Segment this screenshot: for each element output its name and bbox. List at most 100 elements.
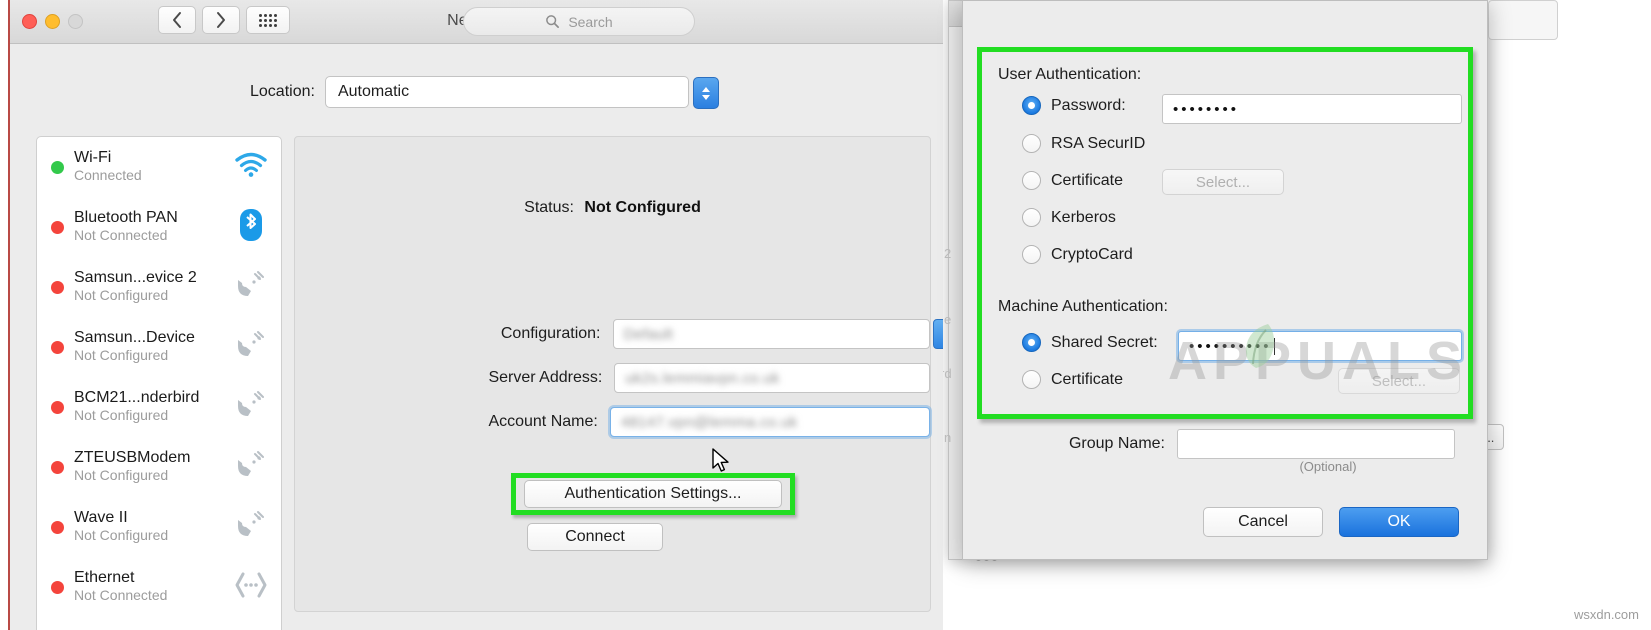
- sidebar-item-zteusbmodem[interactable]: ZTEUSBModem Not Configured: [37, 437, 281, 497]
- modem-icon: [231, 450, 271, 485]
- interface-name: Samsun...evice 2: [74, 269, 197, 287]
- background-text-fragment-2: e: [944, 312, 952, 327]
- ok-button[interactable]: OK: [1339, 507, 1459, 537]
- dialog-body: User Authentication: Password: •••••••• …: [963, 1, 1487, 559]
- account-name-input[interactable]: 48147.vpn@lemma.co.uk: [607, 405, 933, 439]
- sidebar-item-wave-ii[interactable]: Wave II Not Configured: [37, 497, 281, 557]
- status-dot-red: [51, 400, 64, 414]
- radio-shared-secret[interactable]: [1022, 333, 1041, 352]
- interface-name: Ethernet: [74, 569, 135, 587]
- status-dot-red: [51, 520, 64, 534]
- radio-kerberos[interactable]: [1022, 208, 1041, 227]
- interface-status: Not Configured: [74, 527, 169, 544]
- password-label: Password:: [1051, 96, 1126, 114]
- status-dot-green: [51, 160, 64, 174]
- mouse-cursor-icon: [712, 448, 729, 472]
- location-select[interactable]: Automatic: [324, 76, 719, 109]
- status-dot-red: [51, 460, 64, 474]
- interface-status: Not Configured: [74, 347, 169, 364]
- group-name-input[interactable]: [1177, 429, 1455, 459]
- location-row: Location: Automatic: [10, 76, 943, 109]
- interface-text: Samsun...Device Not Configured: [74, 329, 231, 365]
- authentication-options-highlight: User Authentication: Password: •••••••• …: [977, 47, 1473, 419]
- interface-name: ZTEUSBModem: [74, 449, 191, 467]
- group-name-row: Group Name:: [963, 429, 1487, 459]
- server-address-row: Server Address: uk2s.lemmiavpn.co.uk: [295, 363, 930, 393]
- interface-status: Connected: [74, 167, 142, 184]
- status-dot-red: [51, 280, 64, 294]
- password-input[interactable]: ••••••••: [1162, 94, 1462, 124]
- background-text-fragment-1: 2: [944, 246, 952, 261]
- sidebar-item-wifi[interactable]: Wi-Fi Connected: [37, 137, 281, 197]
- modem-icon: [231, 390, 271, 425]
- modem-icon: [231, 330, 271, 365]
- status-dot-red: [51, 220, 64, 234]
- certificate-option-row[interactable]: Certificate: [1022, 171, 1123, 190]
- interface-status: Not Configured: [74, 407, 169, 424]
- interface-status: Not Configured: [74, 287, 169, 304]
- authentication-settings-highlight: Authentication Settings...: [511, 473, 795, 515]
- search-icon: [546, 15, 560, 28]
- interface-list[interactable]: Wi-Fi Connected Bluetooth PAN Not Connec…: [36, 136, 282, 630]
- sidebar-item-ethernet[interactable]: Ethernet Not Connected: [37, 557, 281, 617]
- machine-certificate-option-row[interactable]: Certificate: [1022, 370, 1123, 389]
- authentication-settings-dialog: User Authentication: Password: •••••••• …: [962, 0, 1488, 560]
- radio-password[interactable]: [1022, 96, 1041, 115]
- radio-machine-certificate[interactable]: [1022, 370, 1041, 389]
- interface-text: Wi-Fi Connected: [74, 149, 231, 185]
- server-address-input[interactable]: uk2s.lemmiavpn.co.uk: [614, 363, 930, 393]
- modem-icon: [231, 510, 271, 545]
- rsa-securid-option-row[interactable]: RSA SecurID: [1022, 134, 1145, 153]
- shared-secret-option-row[interactable]: Shared Secret:: [1022, 333, 1158, 352]
- cancel-button[interactable]: Cancel: [1203, 507, 1323, 537]
- radio-rsa-securid[interactable]: [1022, 134, 1041, 153]
- location-stepper-icon[interactable]: [692, 77, 719, 109]
- configuration-row: Configuration: Default: [295, 319, 943, 349]
- interface-text: BCM21...nderbird Not Configured: [74, 389, 231, 425]
- search-field[interactable]: Search: [463, 7, 695, 36]
- server-address-label: Server Address:: [488, 369, 603, 386]
- radio-cryptocard[interactable]: [1022, 245, 1041, 264]
- kerberos-option-row[interactable]: Kerberos: [1022, 208, 1116, 227]
- machine-certificate-select-button[interactable]: Select...: [1338, 368, 1460, 394]
- machine-authentication-title: Machine Authentication:: [998, 298, 1168, 315]
- status-value: Not Configured: [584, 199, 701, 216]
- interface-name: Wave II: [74, 509, 128, 527]
- bluetooth-icon: [231, 208, 271, 247]
- password-option-row[interactable]: Password:: [1022, 96, 1126, 115]
- interface-text: Ethernet Not Connected: [74, 569, 231, 605]
- network-preferences-window: Network Search Location: Automatic: [8, 0, 943, 630]
- interface-name: Bluetooth PAN: [74, 209, 178, 227]
- interface-name: Wi-Fi: [74, 149, 112, 167]
- certificate-select-button[interactable]: Select...: [1162, 169, 1284, 195]
- screenshot-root: Network ... ••• 2 e rd n: [0, 0, 1651, 630]
- account-name-value: 48147.vpn@lemma.co.uk: [620, 413, 798, 431]
- interface-name: BCM21...nderbird: [74, 389, 200, 407]
- shared-secret-input[interactable]: ••••••••••: [1176, 329, 1464, 363]
- sidebar-item-bcm21-thunderbird[interactable]: BCM21...nderbird Not Configured: [37, 377, 281, 437]
- modem-icon: [231, 270, 271, 305]
- interface-detail-panel: Status: Not Configured Configuration: De…: [294, 136, 943, 612]
- radio-certificate[interactable]: [1022, 171, 1041, 190]
- wsxdn-watermark: wsxdn.com: [1573, 607, 1639, 622]
- location-label: Location:: [250, 83, 315, 100]
- shared-secret-label: Shared Secret:: [1051, 333, 1158, 351]
- status-dot-red: [51, 580, 64, 594]
- search-placeholder: Search: [568, 13, 613, 30]
- user-authentication-title: User Authentication:: [998, 66, 1142, 83]
- wifi-icon: [231, 152, 271, 183]
- connect-button[interactable]: Connect: [527, 523, 663, 551]
- sidebar-item-samsung-device-2[interactable]: Samsun...evice 2 Not Configured: [37, 257, 281, 317]
- server-address-value: uk2s.lemmiavpn.co.uk: [625, 369, 780, 387]
- authentication-settings-button[interactable]: Authentication Settings...: [524, 480, 782, 508]
- sidebar-item-bluetooth-pan[interactable]: Bluetooth PAN Not Connected: [37, 197, 281, 257]
- configuration-stepper-icon[interactable]: [933, 319, 943, 349]
- status-dot-red: [51, 340, 64, 354]
- status-label: Status:: [524, 199, 574, 216]
- configuration-select[interactable]: Default: [612, 319, 943, 349]
- cryptocard-option-row[interactable]: CryptoCard: [1022, 245, 1133, 264]
- machine-certificate-label: Certificate: [1051, 370, 1124, 388]
- sidebar-item-samsung-device[interactable]: Samsun...Device Not Configured: [37, 317, 281, 377]
- interface-text: Samsun...evice 2 Not Configured: [74, 269, 231, 305]
- interface-status: Not Connected: [74, 587, 168, 604]
